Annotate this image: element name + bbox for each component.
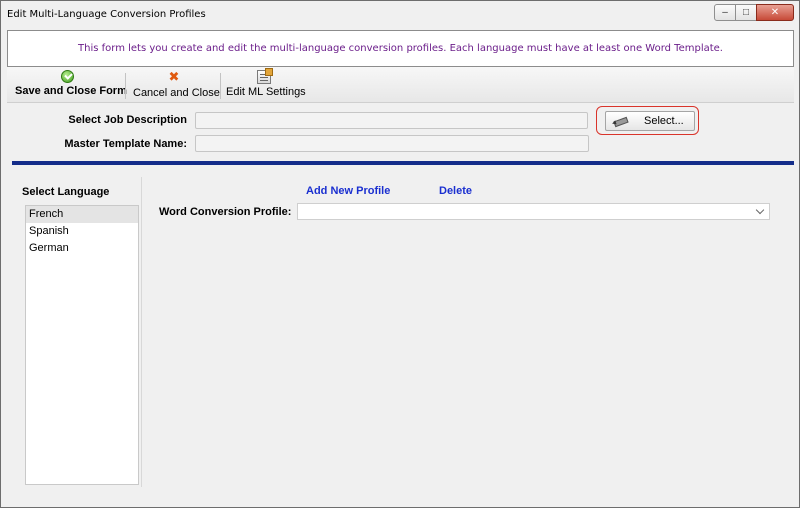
minimize-icon: –: [722, 6, 728, 18]
window-title: Edit Multi-Language Conversion Profiles: [7, 9, 206, 20]
save-and-close-button[interactable]: Save and Close Form: [15, 69, 127, 101]
language-item-french[interactable]: French: [26, 206, 138, 223]
delete-profile-link[interactable]: Delete: [439, 185, 472, 197]
cancel-x-icon: ✖: [168, 69, 180, 84]
language-panel: Select Language French Spanish German: [12, 177, 142, 487]
cancel-and-close-label: Cancel and Close: [133, 87, 220, 99]
pencil-icon: [614, 116, 628, 126]
save-and-close-label: Save and Close Form: [15, 85, 127, 97]
language-item-german[interactable]: German: [26, 240, 138, 257]
word-conversion-profile-select[interactable]: [297, 203, 770, 220]
language-item-spanish[interactable]: Spanish: [26, 223, 138, 240]
info-panel: This form lets you create and edit the m…: [7, 30, 794, 67]
add-new-profile-link[interactable]: Add New Profile: [306, 185, 390, 197]
toolbar-separator: [220, 73, 221, 99]
job-form: Select Job Description Select... Master …: [7, 104, 794, 161]
chevron-down-icon[interactable]: [755, 205, 765, 215]
settings-document-icon: [257, 68, 273, 84]
profile-panel: Add New Profile Delete Word Conversion P…: [143, 177, 794, 487]
section-divider: [12, 161, 794, 165]
window-controls: – □ ✕: [714, 4, 794, 21]
master-template-label: Master Template Name:: [64, 138, 187, 150]
cancel-and-close-button[interactable]: ✖ Cancel and Close: [133, 69, 220, 101]
maximize-button[interactable]: □: [735, 4, 757, 21]
checkmark-icon: [60, 70, 74, 83]
close-button[interactable]: ✕: [756, 4, 794, 21]
word-conversion-profile-label: Word Conversion Profile:: [159, 206, 292, 218]
info-message: This form lets you create and edit the m…: [78, 43, 723, 54]
select-job-button[interactable]: Select...: [605, 111, 695, 131]
toolbar: Save and Close Form ✖ Cancel and Close E…: [7, 67, 794, 103]
job-description-label: Select Job Description: [68, 114, 187, 126]
select-button-label: Select...: [644, 115, 684, 127]
toolbar-separator: [125, 73, 126, 99]
title-bar[interactable]: Edit Multi-Language Conversion Profiles …: [1, 1, 799, 29]
edit-ml-settings-button[interactable]: Edit ML Settings: [226, 68, 306, 101]
language-list[interactable]: French Spanish German: [25, 205, 139, 485]
edit-ml-settings-label: Edit ML Settings: [226, 86, 306, 98]
job-description-field[interactable]: [195, 112, 588, 129]
maximize-icon: □: [742, 6, 750, 18]
close-icon: ✕: [770, 6, 780, 18]
select-language-title: Select Language: [22, 186, 110, 198]
master-template-field[interactable]: [195, 135, 589, 152]
minimize-button[interactable]: –: [714, 4, 736, 21]
dialog-window: Edit Multi-Language Conversion Profiles …: [0, 0, 800, 508]
